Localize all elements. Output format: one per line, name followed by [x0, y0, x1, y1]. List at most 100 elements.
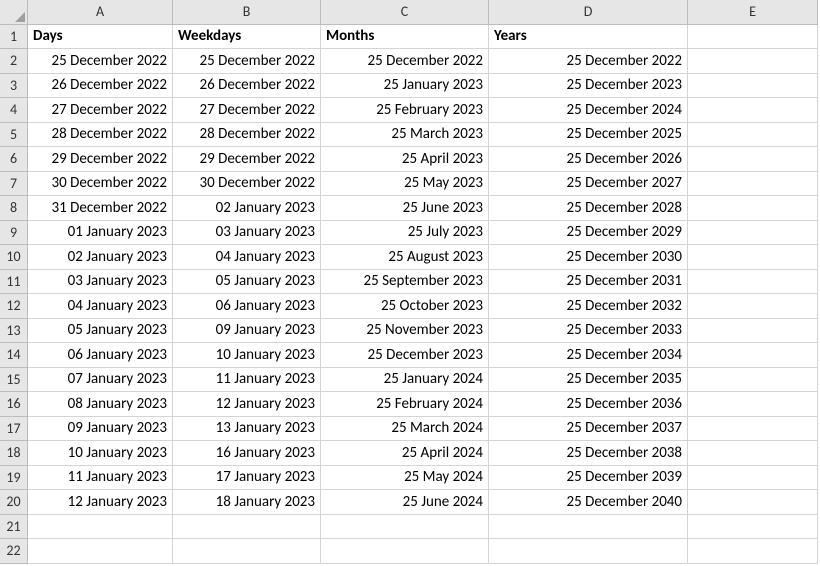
- cell-C14[interactable]: 25 December 2023: [321, 343, 489, 368]
- cell-B6[interactable]: 29 December 2022: [173, 147, 321, 172]
- cell-B5[interactable]: 28 December 2022: [173, 123, 321, 148]
- cell-A16[interactable]: 08 January 2023: [28, 392, 173, 417]
- row-header-8[interactable]: 8: [0, 196, 28, 221]
- cell-B1[interactable]: Weekdays: [173, 25, 321, 50]
- row-header-7[interactable]: 7: [0, 172, 28, 197]
- cell-C16[interactable]: 25 February 2024: [321, 392, 489, 417]
- cell-A13[interactable]: 05 January 2023: [28, 319, 173, 344]
- cell-E14[interactable]: [688, 343, 818, 368]
- cell-C13[interactable]: 25 November 2023: [321, 319, 489, 344]
- cell-A4[interactable]: 27 December 2022: [28, 98, 173, 123]
- cell-E9[interactable]: [688, 221, 818, 246]
- cell-D15[interactable]: 25 December 2035: [489, 368, 688, 393]
- cell-C8[interactable]: 25 June 2023: [321, 196, 489, 221]
- cell-A8[interactable]: 31 December 2022: [28, 196, 173, 221]
- cell-E15[interactable]: [688, 368, 818, 393]
- cell-A2[interactable]: 25 December 2022: [28, 49, 173, 74]
- cell-E7[interactable]: [688, 172, 818, 197]
- cell-D3[interactable]: 25 December 2023: [489, 74, 688, 99]
- cell-D21[interactable]: [489, 515, 688, 540]
- cell-C3[interactable]: 25 January 2023: [321, 74, 489, 99]
- row-header-22[interactable]: 22: [0, 539, 28, 564]
- cell-D10[interactable]: 25 December 2030: [489, 245, 688, 270]
- cell-E16[interactable]: [688, 392, 818, 417]
- cell-A11[interactable]: 03 January 2023: [28, 270, 173, 295]
- cell-C4[interactable]: 25 February 2023: [321, 98, 489, 123]
- row-header-9[interactable]: 9: [0, 221, 28, 246]
- cell-E21[interactable]: [688, 515, 818, 540]
- cell-A1[interactable]: Days: [28, 25, 173, 50]
- cell-D19[interactable]: 25 December 2039: [489, 466, 688, 491]
- cell-B20[interactable]: 18 January 2023: [173, 490, 321, 515]
- cell-B3[interactable]: 26 December 2022: [173, 74, 321, 99]
- cell-C12[interactable]: 25 October 2023: [321, 294, 489, 319]
- cell-A14[interactable]: 06 January 2023: [28, 343, 173, 368]
- column-header-E[interactable]: E: [688, 0, 818, 25]
- cell-B7[interactable]: 30 December 2022: [173, 172, 321, 197]
- cell-D17[interactable]: 25 December 2037: [489, 417, 688, 442]
- cell-B19[interactable]: 17 January 2023: [173, 466, 321, 491]
- cell-C1[interactable]: Months: [321, 25, 489, 50]
- row-header-4[interactable]: 4: [0, 98, 28, 123]
- cell-E1[interactable]: [688, 25, 818, 50]
- cell-E12[interactable]: [688, 294, 818, 319]
- cell-C20[interactable]: 25 June 2024: [321, 490, 489, 515]
- select-all-corner[interactable]: [0, 0, 28, 25]
- cell-E3[interactable]: [688, 74, 818, 99]
- cell-D1[interactable]: Years: [489, 25, 688, 50]
- cell-B8[interactable]: 02 January 2023: [173, 196, 321, 221]
- cell-D14[interactable]: 25 December 2034: [489, 343, 688, 368]
- cell-C5[interactable]: 25 March 2023: [321, 123, 489, 148]
- cell-D7[interactable]: 25 December 2027: [489, 172, 688, 197]
- column-header-D[interactable]: D: [489, 0, 688, 25]
- row-header-1[interactable]: 1: [0, 25, 28, 50]
- cell-C19[interactable]: 25 May 2024: [321, 466, 489, 491]
- row-header-2[interactable]: 2: [0, 49, 28, 74]
- row-header-10[interactable]: 10: [0, 245, 28, 270]
- cell-B22[interactable]: [173, 539, 321, 564]
- row-header-18[interactable]: 18: [0, 441, 28, 466]
- row-header-19[interactable]: 19: [0, 466, 28, 491]
- cell-E2[interactable]: [688, 49, 818, 74]
- cell-A20[interactable]: 12 January 2023: [28, 490, 173, 515]
- cell-E4[interactable]: [688, 98, 818, 123]
- row-header-5[interactable]: 5: [0, 123, 28, 148]
- cell-C6[interactable]: 25 April 2023: [321, 147, 489, 172]
- column-header-C[interactable]: C: [321, 0, 489, 25]
- cell-A9[interactable]: 01 January 2023: [28, 221, 173, 246]
- cell-B9[interactable]: 03 January 2023: [173, 221, 321, 246]
- cell-C9[interactable]: 25 July 2023: [321, 221, 489, 246]
- row-header-21[interactable]: 21: [0, 515, 28, 540]
- cell-C15[interactable]: 25 January 2024: [321, 368, 489, 393]
- cell-E13[interactable]: [688, 319, 818, 344]
- cell-B16[interactable]: 12 January 2023: [173, 392, 321, 417]
- cell-A5[interactable]: 28 December 2022: [28, 123, 173, 148]
- column-header-B[interactable]: B: [173, 0, 321, 25]
- cell-C7[interactable]: 25 May 2023: [321, 172, 489, 197]
- cell-B15[interactable]: 11 January 2023: [173, 368, 321, 393]
- cell-B18[interactable]: 16 January 2023: [173, 441, 321, 466]
- row-header-17[interactable]: 17: [0, 417, 28, 442]
- cell-E18[interactable]: [688, 441, 818, 466]
- cell-C22[interactable]: [321, 539, 489, 564]
- column-header-A[interactable]: A: [28, 0, 173, 25]
- cell-E10[interactable]: [688, 245, 818, 270]
- cell-B21[interactable]: [173, 515, 321, 540]
- cell-E19[interactable]: [688, 466, 818, 491]
- cell-A12[interactable]: 04 January 2023: [28, 294, 173, 319]
- cell-B10[interactable]: 04 January 2023: [173, 245, 321, 270]
- cell-A17[interactable]: 09 January 2023: [28, 417, 173, 442]
- cell-B11[interactable]: 05 January 2023: [173, 270, 321, 295]
- cell-E11[interactable]: [688, 270, 818, 295]
- cell-E22[interactable]: [688, 539, 818, 564]
- row-header-14[interactable]: 14: [0, 343, 28, 368]
- cell-B17[interactable]: 13 January 2023: [173, 417, 321, 442]
- cell-A22[interactable]: [28, 539, 173, 564]
- cell-D5[interactable]: 25 December 2025: [489, 123, 688, 148]
- cell-A7[interactable]: 30 December 2022: [28, 172, 173, 197]
- cell-A15[interactable]: 07 January 2023: [28, 368, 173, 393]
- cell-A6[interactable]: 29 December 2022: [28, 147, 173, 172]
- row-header-3[interactable]: 3: [0, 74, 28, 99]
- row-header-20[interactable]: 20: [0, 490, 28, 515]
- cell-D9[interactable]: 25 December 2029: [489, 221, 688, 246]
